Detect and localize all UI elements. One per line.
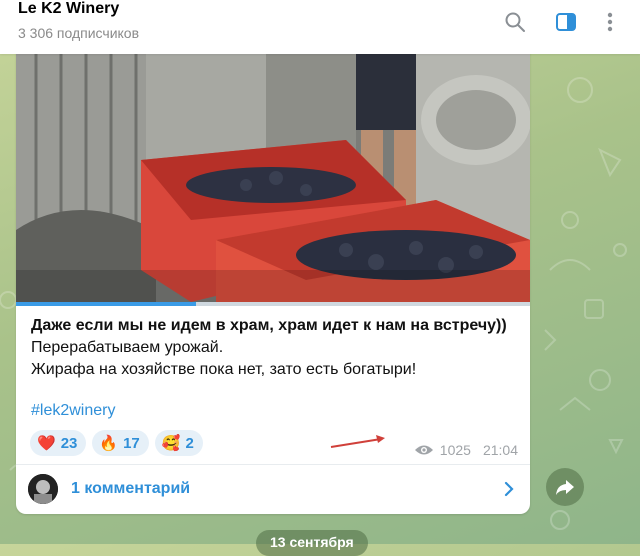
more-options-button[interactable]	[594, 6, 626, 38]
chevron-right-icon	[504, 481, 514, 497]
post-text-line: Жирафа на хозяйстве пока нет, зато есть …	[31, 361, 417, 378]
subscriber-count: 3 306 подписчиков	[18, 25, 140, 41]
heart-icon: ❤️	[37, 435, 56, 452]
channel-title[interactable]: Le K2 Winery	[18, 0, 119, 20]
reaction-fire[interactable]: 🔥 17	[92, 430, 149, 456]
smiling-hearts-icon: 🥰	[161, 435, 181, 452]
hashtag-link[interactable]: #lek2winery	[31, 402, 115, 420]
chat-header: Le K2 Winery 3 306 подписчиков	[0, 0, 640, 54]
reaction-count: 17	[123, 434, 140, 452]
more-vertical-icon	[607, 12, 613, 32]
video-player[interactable]	[16, 40, 530, 302]
toggle-sidebar-button[interactable]	[550, 6, 582, 38]
reaction-smiling-hearts[interactable]: 🥰 2	[154, 430, 203, 456]
video-progress-bar[interactable]	[16, 302, 530, 306]
reactions-bar: ❤️ 23 🔥 17 🥰 2	[30, 430, 203, 456]
fire-icon: 🔥	[99, 435, 119, 452]
comments-button[interactable]: 1 комментарий	[16, 464, 530, 514]
post-meta: 1025 21:04	[414, 442, 518, 458]
sidebar-toggle-icon	[556, 13, 576, 31]
red-arrow-annotation	[330, 435, 385, 448]
post-time: 21:04	[482, 442, 518, 458]
video-progress-fill	[16, 302, 196, 306]
comments-count-label: 1 комментарий	[71, 480, 191, 497]
search-button[interactable]	[499, 6, 531, 38]
channel-post: Даже если мы не идем в храм, храм идет к…	[16, 40, 530, 514]
reaction-count: 2	[185, 434, 194, 452]
view-count: 1025	[439, 442, 471, 458]
commenter-avatar	[28, 474, 58, 504]
video-frame-image	[16, 40, 530, 302]
share-button[interactable]	[546, 468, 584, 506]
share-arrow-icon	[556, 480, 574, 495]
post-text-bold-line: Даже если мы не идем в храм, храм идет к…	[31, 317, 507, 334]
eye-icon	[414, 445, 433, 455]
reaction-count: 23	[60, 434, 78, 452]
avatar-image	[28, 474, 58, 504]
search-icon	[505, 12, 525, 32]
post-text: Даже если мы не идем в храм, храм идет к…	[31, 315, 521, 381]
reaction-heart[interactable]: ❤️ 23	[30, 430, 87, 456]
date-separator: 13 сентября	[256, 530, 368, 556]
post-text-line: Перерабатываем урожай.	[31, 339, 224, 356]
